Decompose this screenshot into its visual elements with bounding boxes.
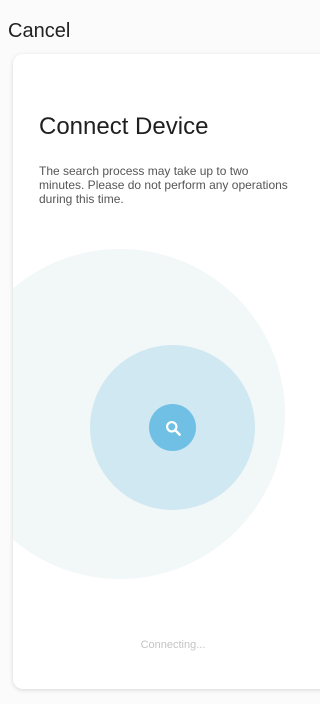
connecting-status: Connecting... bbox=[140, 639, 206, 651]
connect-device-screen: Cancel Connect Device The search process… bbox=[0, 0, 320, 704]
cancel-button[interactable]: Cancel bbox=[8, 19, 70, 43]
search-icon bbox=[165, 420, 181, 436]
connect-device-card: Connect Device The search process may ta… bbox=[13, 54, 320, 689]
search-button[interactable] bbox=[149, 404, 196, 451]
page-title: Connect Device bbox=[39, 113, 209, 140]
description-text: The search process may take up to two mi… bbox=[39, 164, 288, 206]
